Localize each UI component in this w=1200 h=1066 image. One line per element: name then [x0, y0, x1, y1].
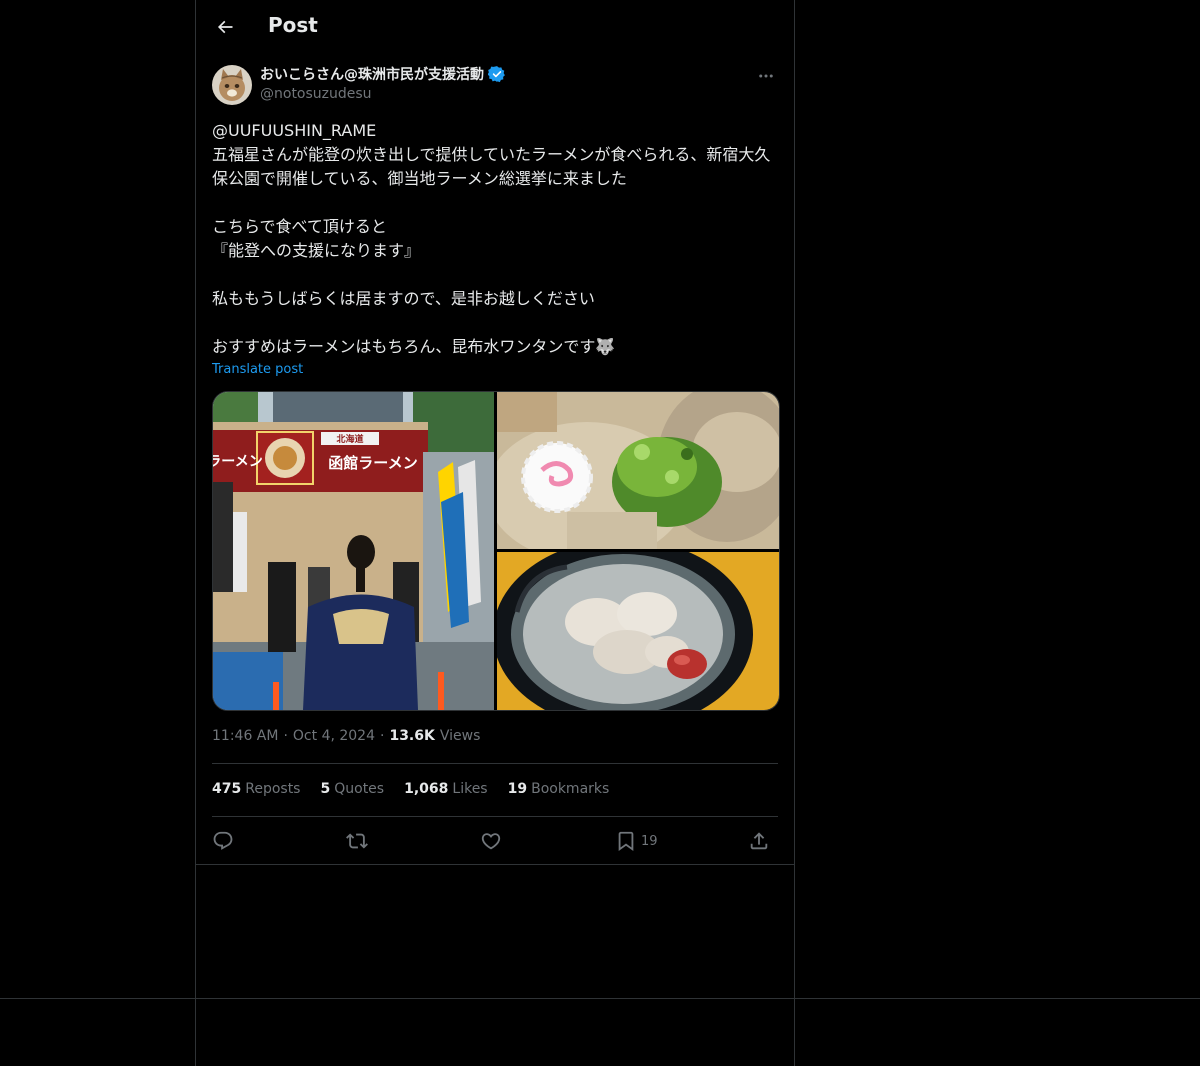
divider [212, 763, 778, 764]
stall-region-text: 北海道 [336, 433, 363, 445]
page-header: Post [196, 0, 794, 54]
page-divider [0, 998, 1200, 999]
tweet-time[interactable]: 11:46 AM [212, 728, 278, 744]
banner-left-text: ラーメン [213, 454, 263, 470]
action-bar: 19 [212, 824, 778, 858]
wolf-emoji: 🐺 [595, 337, 616, 356]
avatar[interactable] [212, 65, 252, 105]
bookmark-icon [618, 831, 634, 852]
tweet-meta: 11:46 AM · Oct 4, 2024 · 13.6K Views [212, 728, 480, 744]
bookmarks-stat[interactable]: 19 Bookmarks [508, 781, 610, 797]
engagement-stats: 475 Reposts 5 Quotes 1,068 Likes 19 Bookmark… [212, 781, 609, 797]
quotes-stat[interactable]: 5 Quotes [320, 781, 384, 797]
like-button[interactable] [480, 824, 502, 858]
tweet-date[interactable]: Oct 4, 2024 [293, 728, 375, 744]
views-label: Views [439, 728, 481, 744]
back-arrow-icon [217, 20, 233, 34]
stall-sign-text: 函館ラーメン [328, 454, 417, 472]
reposts-stat[interactable]: 475 Reposts [212, 781, 300, 797]
cat-avatar-image [212, 65, 252, 105]
main-column: Post おいこらさん@珠洲市民が支援活動 @notosuzudesu @UUF… [195, 0, 795, 1066]
ramen-stall-image: 北海道 函館ラーメン ラーメン [213, 392, 494, 710]
wonton-bowl-image [497, 552, 779, 710]
tweet-bottom-divider [196, 864, 794, 865]
views-count: 13.6K [389, 728, 435, 744]
bookmark-button[interactable]: 19 [615, 824, 658, 858]
like-icon [481, 833, 501, 850]
photo-wonton-bowl[interactable] [497, 552, 779, 710]
back-button[interactable] [208, 10, 242, 44]
share-icon [750, 832, 768, 850]
photo-ramen-bowl[interactable] [497, 392, 779, 549]
photo-ramen-stall[interactable]: 北海道 函館ラーメン ラーメン [213, 392, 494, 710]
tweet-author: おいこらさん@珠洲市民が支援活動 @notosuzudesu [212, 64, 778, 108]
page-title: Post [268, 13, 318, 37]
verified-badge-icon [488, 66, 505, 83]
ramen-bowl-image [497, 392, 779, 549]
meta-separator: · [283, 728, 288, 744]
divider [212, 816, 778, 817]
share-button[interactable] [748, 824, 770, 858]
tweet-text: @UUFUUSHIN_RAME 五福星さんが能登の炊き出しで提供していたラーメン… [212, 119, 778, 359]
tweet-body: 五福星さんが能登の炊き出しで提供していたラーメンが食べられる、新宿大久保公園で開… [212, 145, 771, 356]
repost-icon [346, 833, 368, 849]
reply-icon [213, 831, 233, 850]
user-handle[interactable]: @notosuzudesu [260, 86, 372, 102]
meta-separator: · [380, 728, 385, 744]
more-button[interactable] [754, 64, 778, 88]
more-icon [759, 74, 773, 78]
repost-button[interactable] [346, 824, 368, 858]
mention-link[interactable]: @UUFUUSHIN_RAME [212, 121, 376, 140]
bookmark-count: 19 [641, 833, 658, 849]
media-grid: 北海道 函館ラーメン ラーメン [212, 391, 780, 711]
translate-post-link[interactable]: Translate post [212, 362, 303, 377]
display-name[interactable]: おいこらさん@珠洲市民が支援活動 [260, 64, 484, 84]
likes-stat[interactable]: 1,068 Likes [404, 781, 488, 797]
reply-button[interactable] [212, 824, 234, 858]
